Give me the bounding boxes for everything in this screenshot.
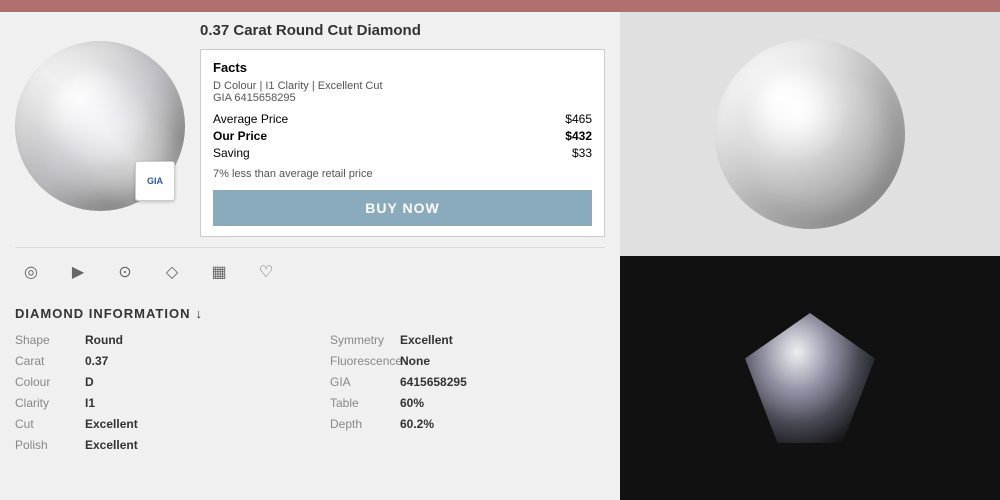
info-value: Excellent	[400, 333, 453, 347]
info-row: Symmetry Excellent	[330, 333, 605, 347]
section-title: DIAMOND INFORMATION	[15, 306, 190, 321]
facts-box: Facts D Colour | I1 Clarity | Excellent …	[200, 49, 605, 237]
left-panel: GIA 0.37 Carat Round Cut Diamond Facts D…	[0, 12, 620, 500]
diamond-icon[interactable]: ◇	[156, 256, 188, 288]
info-label: Depth	[330, 417, 385, 431]
info-row: Carat 0.37	[15, 354, 290, 368]
section-arrow: ↓	[195, 306, 203, 321]
info-label: Shape	[15, 333, 70, 347]
info-value: 60%	[400, 396, 424, 410]
average-price-label: Average Price	[213, 112, 288, 126]
info-value: D	[85, 375, 94, 389]
product-info: 0.37 Carat Round Cut Diamond Facts D Col…	[200, 22, 605, 237]
info-row: Depth 60.2%	[330, 417, 605, 431]
diamond-dark-image	[745, 313, 875, 443]
info-label: Clarity	[15, 396, 70, 410]
info-row: GIA 6415658295	[330, 375, 605, 389]
facts-description: D Colour | I1 Clarity | Excellent Cut GI…	[213, 80, 592, 104]
average-price-row: Average Price $465	[213, 112, 592, 126]
info-col-right: Symmetry Excellent Fluorescence None GIA…	[330, 333, 605, 459]
info-row: Polish Excellent	[15, 438, 290, 452]
info-label: Table	[330, 396, 385, 410]
facts-title: Facts	[213, 60, 592, 75]
bar-chart-icon[interactable]: ▦	[203, 256, 235, 288]
info-col-left: Shape Round Carat 0.37 Colour D Clarity …	[15, 333, 290, 459]
gia-badge-text: GIA	[147, 176, 163, 186]
info-value: 6415658295	[400, 375, 467, 389]
info-value: I1	[85, 396, 95, 410]
info-value: None	[400, 354, 430, 368]
product-title: 0.37 Carat Round Cut Diamond	[200, 22, 605, 39]
info-label: Polish	[15, 438, 70, 452]
info-columns: Shape Round Carat 0.37 Colour D Clarity …	[15, 333, 605, 459]
info-row: Clarity I1	[15, 396, 290, 410]
info-value: 0.37	[85, 354, 108, 368]
main-layout: GIA 0.37 Carat Round Cut Diamond Facts D…	[0, 12, 1000, 500]
top-bar	[0, 0, 1000, 12]
info-row: Table 60%	[330, 396, 605, 410]
info-row: Cut Excellent	[15, 417, 290, 431]
diamond-360-icon[interactable]: ◎	[15, 256, 47, 288]
info-row: Fluorescence None	[330, 354, 605, 368]
info-label: Fluorescence	[330, 354, 385, 368]
right-panel-bottom	[620, 256, 1000, 500]
buy-now-button[interactable]: BUY NOW	[213, 190, 592, 226]
saving-label: Saving	[213, 146, 250, 160]
section-header: DIAMOND INFORMATION ↓	[15, 306, 605, 321]
right-panel	[620, 12, 1000, 500]
diamond-info-section: DIAMOND INFORMATION ↓ Shape Round Carat …	[15, 306, 605, 459]
info-label: GIA	[330, 375, 385, 389]
diamond-main-image: GIA	[15, 22, 185, 229]
certificate-icon[interactable]: ⊙	[109, 256, 141, 288]
info-value: Excellent	[85, 417, 138, 431]
icon-bar: ◎ ▶ ⊙ ◇ ▦ ♡	[15, 247, 605, 296]
our-price-value: $432	[565, 129, 592, 143]
info-label: Cut	[15, 417, 70, 431]
content-row-top: GIA 0.37 Carat Round Cut Diamond Facts D…	[15, 22, 605, 237]
percent-note: 7% less than average retail price	[213, 168, 592, 180]
info-value: Excellent	[85, 438, 138, 452]
our-price-row: Our Price $432	[213, 129, 592, 143]
info-value: 60.2%	[400, 417, 434, 431]
info-row: Colour D	[15, 375, 290, 389]
saving-value: $33	[572, 146, 592, 160]
diamond-image-container: GIA	[15, 41, 185, 211]
heart-icon[interactable]: ♡	[250, 256, 282, 288]
average-price-value: $465	[565, 112, 592, 126]
info-label: Carat	[15, 354, 70, 368]
our-price-label: Our Price	[213, 129, 267, 143]
saving-row: Saving $33	[213, 146, 592, 160]
gia-badge: GIA	[135, 161, 175, 201]
info-value: Round	[85, 333, 123, 347]
right-panel-top	[620, 12, 1000, 256]
info-row: Shape Round	[15, 333, 290, 347]
diamond-dark-shape	[745, 313, 875, 443]
diamond-large-image	[715, 39, 905, 229]
info-label: Colour	[15, 375, 70, 389]
play-icon[interactable]: ▶	[62, 256, 94, 288]
info-label: Symmetry	[330, 333, 385, 347]
